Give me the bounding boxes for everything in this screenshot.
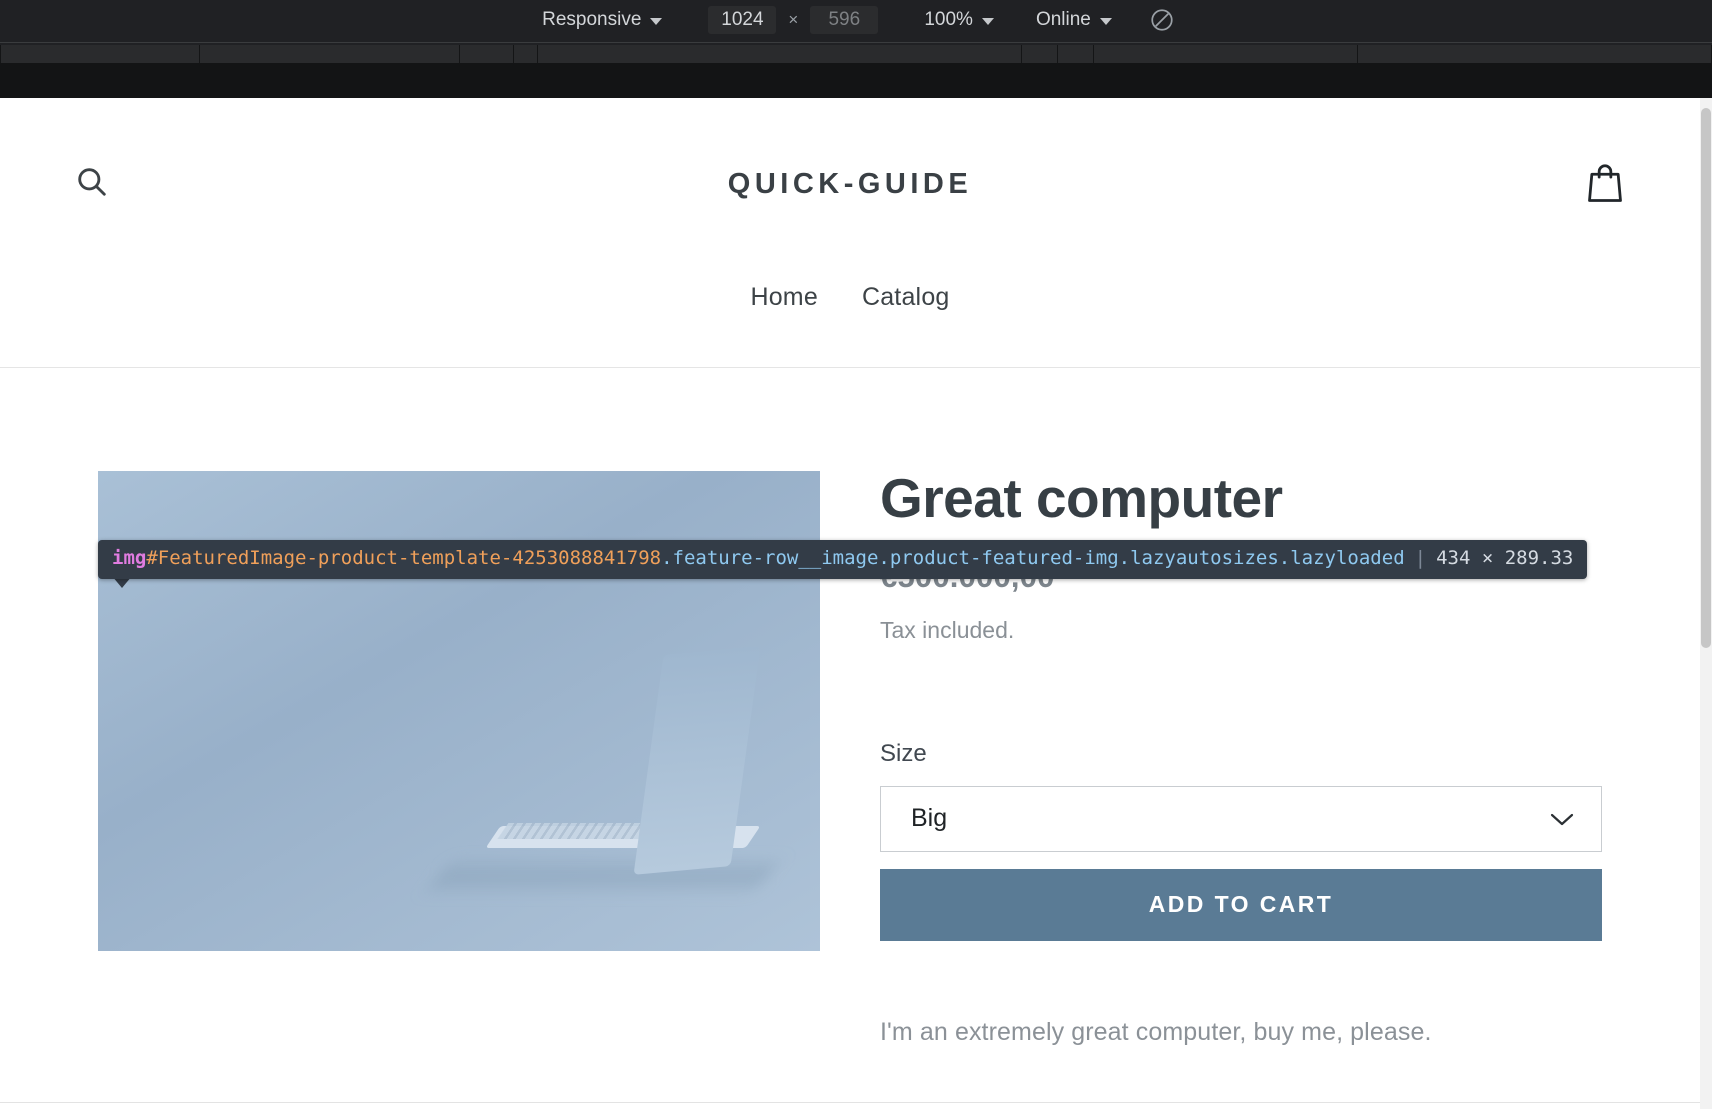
cart-button[interactable] bbox=[1582, 158, 1628, 208]
section-divider bbox=[0, 1102, 1700, 1103]
site-logo[interactable]: QUICK-GUIDE bbox=[0, 168, 1700, 201]
devtools-device-toolbar: Responsive 1024 × 596 100% Online bbox=[0, 0, 1712, 40]
rotate-device-button[interactable] bbox=[1146, 4, 1178, 36]
viewport-width-input[interactable]: 1024 bbox=[708, 6, 777, 34]
inspector-tooltip-id: #FeaturedImage-product-template-42530888… bbox=[146, 547, 662, 569]
nav-link-catalog[interactable]: Catalog bbox=[862, 283, 950, 312]
throttling-label: Online bbox=[1035, 9, 1091, 30]
viewport-height-value: 596 bbox=[828, 9, 861, 30]
device-preset-dropdown[interactable]: Responsive bbox=[534, 6, 670, 34]
chevron-down-icon bbox=[981, 17, 994, 25]
zoom-label: 100% bbox=[924, 9, 973, 30]
web-page: QUICK-GUIDE Home Catalog Great computer … bbox=[0, 98, 1700, 1109]
size-select[interactable]: Big bbox=[880, 785, 1602, 852]
size-option-label: Size bbox=[880, 739, 927, 767]
inspector-tooltip-dimensions: 434 × 289.33 bbox=[1436, 547, 1574, 569]
devtools-viewport-gutter bbox=[0, 63, 1712, 98]
viewport-width-value: 1024 bbox=[721, 9, 764, 30]
viewport-height-input[interactable]: 596 bbox=[810, 6, 879, 34]
chevron-down-icon bbox=[650, 17, 663, 25]
chevron-down-icon bbox=[1549, 811, 1575, 827]
site-navigation: Home Catalog bbox=[0, 283, 1700, 312]
inspector-tooltip-classes: .feature-row__image.product-featured-img… bbox=[661, 547, 1405, 569]
page-scrollbar[interactable] bbox=[1700, 98, 1712, 1109]
inspector-tooltip-tag: img bbox=[112, 547, 147, 569]
zoom-dropdown[interactable]: 100% bbox=[916, 6, 1002, 34]
page-scrollbar-thumb[interactable] bbox=[1701, 108, 1711, 648]
size-select-value: Big bbox=[911, 804, 948, 832]
network-throttling-dropdown[interactable]: Online bbox=[1028, 6, 1120, 34]
device-preset-label: Responsive bbox=[542, 9, 642, 30]
nav-link-home[interactable]: Home bbox=[750, 283, 818, 312]
ruler-line bbox=[0, 42, 1712, 43]
add-to-cart-button[interactable]: ADD TO CART bbox=[880, 868, 1602, 941]
shopping-bag-icon bbox=[1588, 164, 1622, 202]
viewport-size-group: 1024 × 596 bbox=[708, 6, 879, 34]
laptop-shadow bbox=[429, 863, 777, 889]
inspector-tooltip-divider: | bbox=[1414, 547, 1427, 569]
rotate-device-icon bbox=[1151, 9, 1173, 31]
product-description: I'm an extremely great computer, buy me,… bbox=[880, 1017, 1432, 1046]
product-tax-note: Tax included. bbox=[880, 616, 1015, 643]
inspector-tooltip: img#FeaturedImage-product-template-42530… bbox=[98, 540, 1588, 579]
header-top-row: QUICK-GUIDE bbox=[0, 98, 1700, 288]
dimension-separator: × bbox=[788, 10, 799, 29]
device-viewport: QUICK-GUIDE Home Catalog Great computer … bbox=[0, 98, 1712, 1109]
product-title: Great computer bbox=[880, 467, 1283, 529]
chevron-down-icon bbox=[1099, 17, 1112, 25]
site-header: QUICK-GUIDE Home Catalog bbox=[0, 98, 1700, 368]
